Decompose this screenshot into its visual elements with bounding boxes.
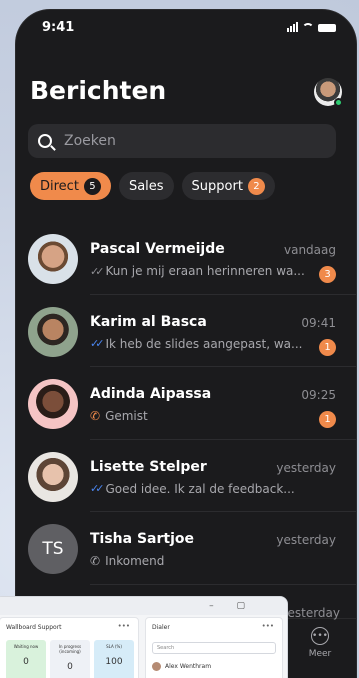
search-input[interactable] — [64, 133, 304, 149]
contact-name: Adinda Aipassa — [90, 386, 212, 402]
panel-menu-icon[interactable]: ••• — [262, 622, 274, 630]
filter-direct[interactable]: Direct 5 — [30, 172, 111, 200]
filter-label: Support — [191, 178, 243, 194]
tile-label: Waiting now — [13, 644, 39, 649]
conversation-list: Pascal Vermeijde vandaag ✓✓ Kun je mij e… — [16, 222, 356, 585]
avatar — [152, 662, 161, 671]
filter-badge: 5 — [83, 177, 101, 195]
tile-value: 0 — [23, 657, 29, 667]
conversation-row[interactable]: TS Tisha Sartjoe yesterday ✆ Inkomend — [16, 512, 356, 585]
stat-tile: In progress (incoming) 0 — [50, 640, 90, 678]
search-bar[interactable] — [28, 124, 336, 158]
message-time: yesterday — [276, 460, 336, 475]
preview-text: Gemist — [105, 409, 148, 423]
search-placeholder: Search — [157, 645, 175, 651]
message-time: vandaag — [283, 243, 336, 257]
conversation-row[interactable]: Lisette Stelper yesterday ✓✓ Goed idee. … — [16, 440, 356, 512]
message-preview: ✆ Gemist — [90, 409, 320, 423]
stat-tile: Waiting now 0 — [6, 640, 46, 678]
divider — [90, 583, 356, 585]
desktop-window: – ▢ Wallboard Support ••• Waiting now 0 … — [0, 596, 288, 678]
message-time: yesterday — [276, 533, 336, 547]
filter-chips: Direct 5 Sales Support 2 — [30, 172, 275, 200]
dialer-contact[interactable]: Alex Wenthram — [152, 662, 211, 671]
conversation-row[interactable]: Karim al Basca 09:41 ✓✓ Ik heb de slides… — [16, 295, 356, 367]
phone-screen: 9:41 Berichten Direct 5 Sales Support 2 … — [16, 10, 356, 678]
panel-title: Dialer — [152, 624, 170, 631]
more-button[interactable]: ••• Meer — [304, 627, 336, 659]
conversation-row[interactable]: Adinda Aipassa 09:25 ✆ Gemist 1 — [16, 367, 356, 440]
contact-name: Tisha Sartjoe — [90, 531, 195, 547]
contact-name: Lisette Stelper — [90, 458, 207, 475]
avatar: TS — [28, 524, 78, 574]
search-icon — [38, 134, 52, 148]
stat-tile: SLA (%) 100 — [94, 640, 134, 678]
battery-icon — [318, 24, 336, 32]
window-controls-icon[interactable]: – ▢ — [209, 601, 255, 611]
tile-value: 100 — [105, 657, 123, 667]
conversation-row[interactable]: Pascal Vermeijde vandaag ✓✓ Kun je mij e… — [16, 222, 356, 295]
tile-label: In progress (incoming) — [58, 644, 82, 654]
more-label: Meer — [308, 649, 332, 659]
dialer-panel: Dialer ••• Search Alex Wenthram — [145, 617, 283, 678]
wallboard-panel: Wallboard Support ••• Waiting now 0 In p… — [0, 617, 139, 678]
signal-icon — [287, 22, 298, 32]
incoming-call-icon: ✆ — [90, 554, 101, 568]
unread-badge: 3 — [319, 266, 336, 283]
message-time: 09:25 — [301, 388, 336, 402]
filter-label: Sales — [128, 178, 164, 194]
preview-text: Kun je mij eraan herinneren wa... — [105, 264, 305, 278]
message-time: yesterday — [280, 606, 340, 620]
dialer-search-input[interactable]: Search — [152, 642, 276, 654]
tile-label: SLA (%) — [106, 644, 122, 649]
filter-support[interactable]: Support 2 — [181, 172, 275, 200]
page-title: Berichten — [30, 76, 167, 105]
double-check-icon: ✓✓ — [90, 337, 105, 350]
profile-avatar[interactable] — [314, 78, 343, 107]
more-dots-icon: ••• — [311, 627, 329, 645]
contact-name: Pascal Vermeijde — [90, 241, 225, 257]
status-bar: 9:41 — [16, 10, 356, 50]
panel-menu-icon[interactable]: ••• — [118, 622, 130, 630]
missed-call-icon: ✆ — [90, 409, 101, 423]
contact-name: Karim al Basca — [90, 313, 207, 330]
avatar — [28, 306, 78, 357]
avatar — [28, 451, 78, 502]
online-indicator — [334, 98, 343, 107]
message-preview: ✆ Inkomend — [90, 554, 320, 568]
filter-badge: 2 — [247, 177, 265, 195]
message-time: 09:41 — [301, 315, 336, 330]
filter-sales[interactable]: Sales — [118, 172, 174, 200]
preview-text: Inkomend — [105, 554, 165, 568]
avatar — [28, 234, 78, 284]
filter-label: Direct — [40, 178, 79, 194]
wifi-icon — [302, 23, 314, 32]
double-check-icon: ✓✓ — [90, 482, 105, 495]
contact-name: Alex Wenthram — [165, 663, 212, 670]
window-titlebar: – ▢ — [0, 597, 287, 615]
message-preview: ✓✓ Goed idee. Ik zal de feedback... — [90, 482, 320, 496]
status-time: 9:41 — [42, 20, 75, 35]
unread-badge: 1 — [319, 411, 336, 428]
message-preview: ✓✓ Kun je mij eraan herinneren wa... — [90, 264, 320, 278]
status-icons — [287, 22, 336, 32]
unread-badge: 1 — [319, 338, 336, 356]
avatar — [28, 379, 78, 429]
message-preview: ✓✓ Ik heb de slides aangepast, wa... — [90, 337, 320, 351]
preview-text: Goed idee. Ik zal de feedback... — [105, 481, 295, 496]
double-check-icon: ✓✓ — [90, 264, 105, 278]
preview-text: Ik heb de slides aangepast, wa... — [105, 336, 303, 351]
tile-value: 0 — [67, 662, 73, 672]
panel-title: Wallboard Support — [6, 624, 62, 631]
